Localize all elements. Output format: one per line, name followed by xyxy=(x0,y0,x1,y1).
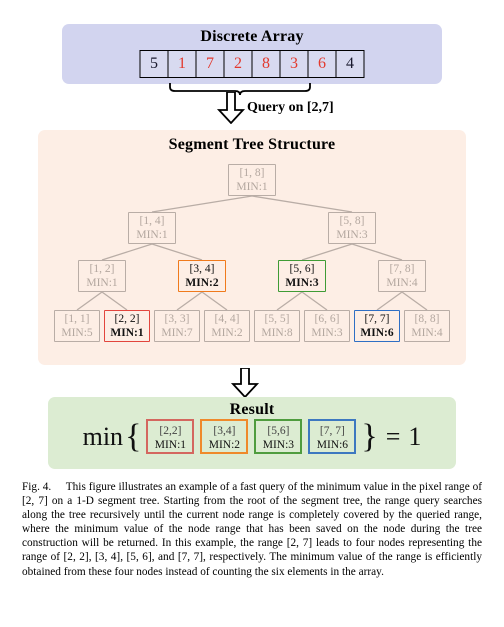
result-arrow-icon xyxy=(230,368,260,398)
array-cell: 4 xyxy=(336,51,364,77)
tree-node: [3, 3] MIN:7 xyxy=(154,310,200,342)
array-cell: 3 xyxy=(280,51,309,77)
tree-node-min: MIN:3 xyxy=(311,326,343,339)
tree-node-min: MIN:1 xyxy=(86,276,118,289)
tree-node-range: [3, 4] xyxy=(189,263,215,275)
tree-node-min: MIN:4 xyxy=(411,326,443,339)
discrete-array-title: Discrete Array xyxy=(200,28,304,45)
tree-node-range: [7, 8] xyxy=(389,263,415,275)
tree-node-range: [1, 8] xyxy=(239,167,265,179)
tree-node: [5, 8] MIN:3 xyxy=(328,212,376,244)
caption-text: This figure illustrates an example of a … xyxy=(22,481,482,578)
tree-node-range: [6, 6] xyxy=(314,313,340,325)
close-brace: } xyxy=(361,417,378,455)
tree-node-range: [2, 2] xyxy=(114,313,140,325)
query-arrow-icon xyxy=(216,92,246,124)
tree-node-min: MIN:2 xyxy=(185,276,219,289)
tree-node-range: [5, 6] xyxy=(289,263,315,275)
figure-caption: Fig. 4. This figure illustrates an examp… xyxy=(22,480,482,579)
segment-tree-panel: Segment Tree Structure [1, 8] MIN:1 [1, 4]… xyxy=(38,130,466,365)
tree-node: [1, 8] MIN:1 xyxy=(228,164,276,196)
tree-node-min: MIN:1 xyxy=(110,326,144,339)
tree-node: [4, 4] MIN:2 xyxy=(204,310,250,342)
tree-node: [1, 2] MIN:1 xyxy=(78,260,126,292)
tree-node: [7, 7] MIN:6 xyxy=(354,310,400,342)
tree-node: [7, 8] MIN:4 xyxy=(378,260,426,292)
tree-node: [1, 4] MIN:1 xyxy=(128,212,176,244)
result-box: [7, 7] MIN:6 xyxy=(308,419,357,454)
tree-node-min: MIN:1 xyxy=(136,228,168,241)
tree-node-min: MIN:5 xyxy=(61,326,93,339)
tree-node: [3, 4] MIN:2 xyxy=(178,260,226,292)
figure-segment-tree-query: Discrete Array 51728364 Query on [2,7] S… xyxy=(0,0,504,627)
tree-node-range: [3, 3] xyxy=(164,313,190,325)
array-cell: 5 xyxy=(140,51,169,77)
tree-node-min: MIN:8 xyxy=(261,326,293,339)
tree-node: [6, 6] MIN:3 xyxy=(304,310,350,342)
tree-node-range: [4, 4] xyxy=(214,313,240,325)
tree-node-range: [5, 5] xyxy=(264,313,290,325)
discrete-array-panel: Discrete Array 51728364 xyxy=(62,24,442,84)
result-box-range: [5,6] xyxy=(267,424,290,437)
tree-node-min: MIN:3 xyxy=(336,228,368,241)
result-box: [2,2] MIN:1 xyxy=(146,419,195,454)
caption-label: Fig. 4. xyxy=(22,481,52,493)
result-box-range: [2,2] xyxy=(159,424,182,437)
result-box-range: [7, 7] xyxy=(319,424,345,437)
result-box: [3,4] MIN:2 xyxy=(200,419,249,454)
equals-sign: = xyxy=(385,421,401,451)
tree-node: [5, 6] MIN:3 xyxy=(278,260,326,292)
result-title: Result xyxy=(229,401,275,418)
tree-node-min: MIN:2 xyxy=(211,326,243,339)
result-value: 1 xyxy=(408,421,422,451)
array-cell: 1 xyxy=(168,51,197,77)
tree-node-range: [1, 1] xyxy=(64,313,90,325)
tree-node-min: MIN:4 xyxy=(386,276,418,289)
min-label: min xyxy=(82,421,124,451)
tree-node: [8, 8] MIN:4 xyxy=(404,310,450,342)
result-box: [5,6] MIN:3 xyxy=(254,419,303,454)
result-box-min: MIN:6 xyxy=(316,438,349,451)
array-cell: 6 xyxy=(308,51,337,77)
tree-node-range: [1, 2] xyxy=(89,263,115,275)
array-cell: 7 xyxy=(196,51,225,77)
result-expression: min { [2,2] MIN:1 [3,4] MIN:2 [5,6] MIN:3 [7, … xyxy=(48,419,456,454)
tree-node-range: [7, 7] xyxy=(364,313,390,325)
open-brace: { xyxy=(125,417,142,455)
tree-node: [2, 2] MIN:1 xyxy=(104,310,150,342)
tree-node-min: MIN:6 xyxy=(360,326,394,339)
result-boxes: [2,2] MIN:1 [3,4] MIN:2 [5,6] MIN:3 [7, 7] MIN:… xyxy=(143,419,359,454)
tree-node: [5, 5] MIN:8 xyxy=(254,310,300,342)
result-panel: Result min { [2,2] MIN:1 [3,4] MIN:2 [5,6] MI… xyxy=(48,397,456,469)
tree-node-min: MIN:3 xyxy=(285,276,319,289)
result-box-min: MIN:2 xyxy=(208,438,241,451)
tree-node-range: [8, 8] xyxy=(414,313,440,325)
tree-node-range: [1, 4] xyxy=(139,215,165,227)
query-label: Query on [2,7] xyxy=(247,100,334,115)
array-cell: 2 xyxy=(224,51,253,77)
result-box-range: [3,4] xyxy=(213,424,236,437)
array-cell: 8 xyxy=(252,51,281,77)
array-cells: 51728364 xyxy=(139,50,365,78)
result-box-min: MIN:1 xyxy=(154,438,187,451)
tree-node-min: MIN:1 xyxy=(236,180,268,193)
result-box-min: MIN:3 xyxy=(262,438,295,451)
tree-node-range: [5, 8] xyxy=(339,215,365,227)
tree-node: [1, 1] MIN:5 xyxy=(54,310,100,342)
tree-node-min: MIN:7 xyxy=(161,326,193,339)
